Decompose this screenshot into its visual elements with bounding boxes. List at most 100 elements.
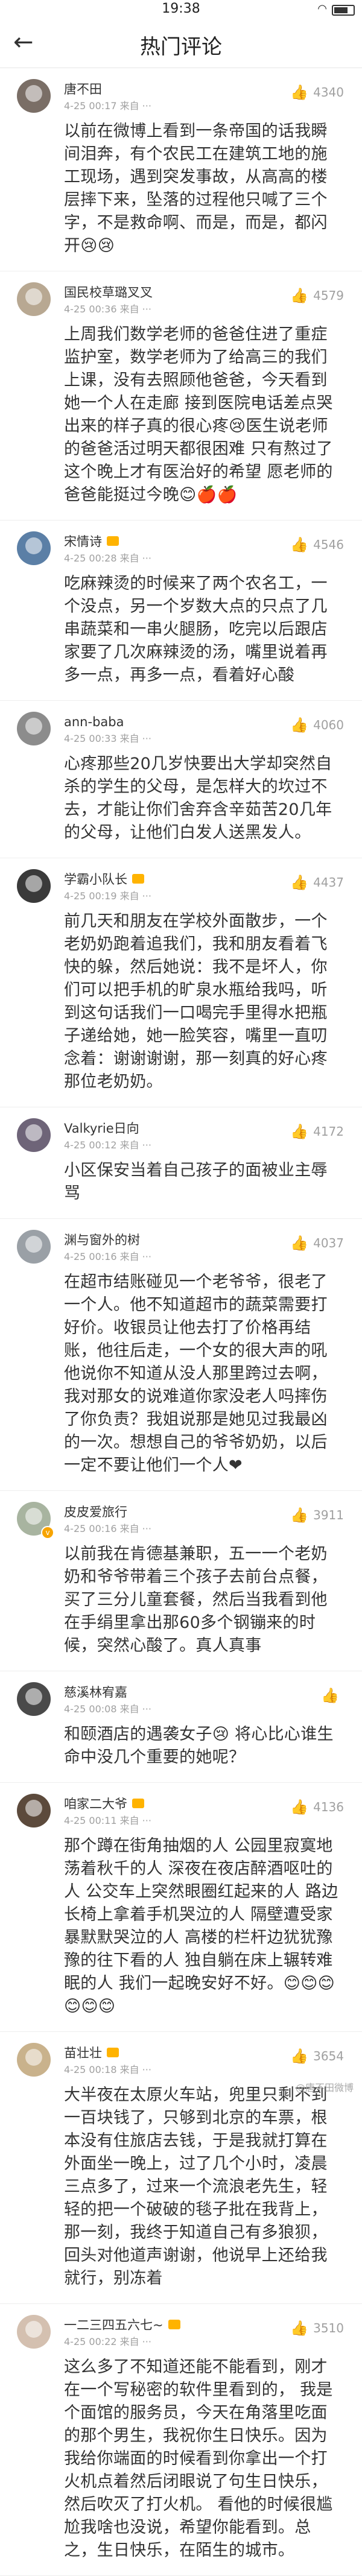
comment-text: 小区保安当着自己孩子的面被业主辱骂: [64, 1161, 328, 1203]
like-button[interactable]: 👍 4136: [290, 1799, 344, 1815]
comment-item[interactable]: 慈溪林宥嘉 4-25 00:08 来自 ··· 和颐酒店的遇袭女子😢 将心比心谁生命…: [0, 1671, 362, 1783]
avatar-figure: [25, 288, 42, 305]
thumbs-up-icon: 👍: [290, 84, 309, 101]
vip-badge-icon: [132, 1799, 144, 1808]
like-count: 4172: [313, 1124, 344, 1139]
comment-item[interactable]: 渊与窗外的树 4-25 00:16 来自 ··· 在超市结账碰见一个老爷爷，很老了一…: [0, 1219, 362, 1491]
comment-text: 前几天和朋友在学校外面散步，一个老奶奶跑着追我们，我和朋友看着飞快的躲，然后她说…: [64, 912, 328, 1091]
comment-text: 以前我在肯德基兼职，五一一个老奶奶和爷爷带着三个孩子去前台点餐，买了三分儿童套餐…: [64, 1545, 328, 1655]
avatar-figure: [25, 718, 42, 735]
comment-text: 在超市结账碰见一个老爷爷，很老了一个人。他不知道超市的蔬菜需要打好价。收银员让他…: [64, 1273, 328, 1475]
like-button[interactable]: 👍 4037: [290, 1235, 344, 1252]
like-count: 3911: [313, 1508, 344, 1522]
comment-item[interactable]: 国民校草璐叉叉 4-25 00:36 来自 ··· 上周我们数学老师的爸爸住进了重症…: [0, 271, 362, 521]
comment-item[interactable]: 苗壮壮 4-25 00:18 来自 ··· 大半夜在太原火车站，兜里只剩不到一百块钱…: [0, 2032, 362, 2304]
avatar-figure: [25, 537, 42, 554]
battery-icon: [332, 5, 355, 16]
username-text[interactable]: Valkyrie日向: [64, 1121, 139, 1136]
username-text[interactable]: 皮皮爱旅行: [64, 1505, 127, 1519]
avatar[interactable]: [17, 869, 51, 903]
username-text[interactable]: 咱家二大爷: [64, 1797, 127, 1811]
comment-item[interactable]: 学霸小队长 4-25 00:19 来自 ··· 前几天和朋友在学校外面散步，一个老奶…: [0, 858, 362, 1107]
vip-badge-icon: [107, 536, 119, 546]
thumbs-up-icon: 👍: [290, 287, 309, 304]
avatar[interactable]: [17, 1118, 51, 1152]
avatar[interactable]: [17, 1230, 51, 1264]
like-button[interactable]: 👍 3911: [290, 1507, 344, 1524]
thumbs-up-icon: 👍: [290, 2320, 309, 2337]
comment-text: 那个蹲在街角抽烟的人 公园里寂寞地荡着秋千的人 深夜在夜店醉酒呕吐的人 公交车上…: [64, 1837, 338, 2016]
thumbs-up-icon: 👍: [290, 717, 309, 733]
verified-badge-icon: v: [41, 1526, 54, 1539]
comment-item[interactable]: 宋情诗 4-25 00:28 来自 ··· 吃麻辣烫的时候来了两个农名工，一个没点，…: [0, 521, 362, 701]
like-button[interactable]: 👍 4546: [290, 536, 344, 553]
avatar[interactable]: [17, 282, 51, 316]
avatar[interactable]: [17, 2043, 51, 2077]
avatar-figure: [25, 2049, 42, 2066]
avatar-figure: [25, 1124, 42, 1141]
like-button[interactable]: 👍 3654: [290, 2048, 344, 2065]
like-button[interactable]: 👍: [321, 1687, 344, 1704]
vip-badge-icon: [168, 2320, 180, 2329]
like-button[interactable]: 👍 4437: [290, 874, 344, 891]
avatar[interactable]: [17, 1794, 51, 1828]
username-text[interactable]: 学霸小队长: [64, 872, 127, 887]
watermark: @唐不田微博: [295, 2082, 354, 2093]
avatar[interactable]: [17, 2315, 51, 2349]
like-button[interactable]: 👍 4340: [290, 84, 344, 101]
comment-text: 大半夜在太原火车站，兜里只剩不到一百块钱了，只够到北京的车票，根本没有住旅店去钱…: [64, 2086, 328, 2288]
avatar-figure: [25, 2321, 42, 2338]
like-count: 4136: [313, 1800, 344, 1814]
username-text[interactable]: 宋情诗: [64, 534, 102, 549]
thumbs-up-icon: 👍: [290, 1507, 309, 1524]
username-text[interactable]: 苗壮壮: [64, 2046, 102, 2060]
like-count: 4546: [313, 537, 344, 552]
like-button[interactable]: 👍 4060: [290, 717, 344, 733]
like-count: 3510: [313, 2321, 344, 2335]
comment-username[interactable]: 慈溪林宥嘉: [64, 1683, 344, 1701]
thumbs-up-icon: 👍: [290, 1235, 309, 1252]
avatar-figure: [25, 875, 42, 892]
username-text[interactable]: 国民校草璐叉叉: [64, 285, 153, 300]
comment-item[interactable]: Valkyrie日向 4-25 00:12 来自 ··· 小区保安当着自己孩子的面被…: [0, 1107, 362, 1219]
username-text[interactable]: 唐不田: [64, 82, 102, 97]
comment-item[interactable]: ann-baba 4-25 00:33 来自 ··· 心疼那些20几岁快要出大学却突…: [0, 701, 362, 858]
like-count: 4579: [313, 288, 344, 303]
avatar[interactable]: [17, 1682, 51, 1716]
comment-date: 4-25 00:08 来自 ···: [64, 1703, 151, 1715]
vip-badge-icon: [132, 874, 144, 884]
username-text[interactable]: 慈溪林宥嘉: [64, 1685, 127, 1700]
like-count: 4437: [313, 875, 344, 890]
comment-text: 和颐酒店的遇袭女子😢 将心比心谁生命中没几个重要的她呢？: [64, 1725, 334, 1767]
comment-item[interactable]: 咱家二大爷 4-25 00:11 来自 ··· 那个蹲在街角抽烟的人 公园里寂寞地荡…: [0, 1783, 362, 2032]
like-count: 3654: [313, 2049, 344, 2063]
like-count: 4037: [313, 1236, 344, 1250]
comment-text: 上周我们数学老师的爸爸住进了重症监护室，数学老师为了给高三的我们上课，没有去照顾…: [64, 325, 333, 504]
top-navigation-bar: ← 热门评论: [0, 18, 362, 68]
wifi-icon: ◠: [317, 2, 327, 15]
avatar-figure: [25, 85, 42, 102]
comment-item[interactable]: 唐不田 4-25 00:17 来自 ··· 以前在微博上看到一条帝国的话我瞬间泪奔，…: [0, 68, 362, 271]
comment-text: 吃麻辣烫的时候来了两个农名工，一个没点，另一个岁数大点的只点了几串蔬菜和一串火腿…: [64, 574, 328, 685]
thumbs-up-icon: 👍: [290, 536, 309, 553]
username-text[interactable]: ann-baba: [64, 715, 124, 729]
avatar[interactable]: [17, 79, 51, 113]
avatar[interactable]: [17, 531, 51, 565]
avatar-figure: [25, 1688, 42, 1705]
vip-badge-icon: [107, 2048, 119, 2057]
thumbs-up-icon: 👍: [290, 1123, 309, 1140]
like-count: 4060: [313, 718, 344, 732]
comment-text: 心疼那些20几岁快要出大学却突然自杀的学生的父母，是怎样大的坎过不去，才能让你们…: [64, 755, 332, 842]
comment-item[interactable]: 一二三四五六七~ 4-25 00:22 来自 ··· 这么多了不知道还能不能看到，刚…: [0, 2304, 362, 2576]
like-button[interactable]: 👍 3510: [290, 2320, 344, 2337]
avatar[interactable]: [17, 712, 51, 745]
status-bar: 19:38 ◠: [0, 0, 362, 18]
like-button[interactable]: 👍 4579: [290, 287, 344, 304]
username-text[interactable]: 一二三四五六七~: [64, 2318, 164, 2332]
thumbs-up-icon: 👍: [290, 1799, 309, 1815]
comment-text: 这么多了不知道还能不能看到，刚才在一个写秘密的软件里看到的， 我是个面馆的服务员…: [64, 2358, 333, 2560]
avatar-figure: [25, 1508, 42, 1525]
comment-item[interactable]: v 皮皮爱旅行 4-25 00:16 来自 ··· 以前我在肯德基兼职，五一一个老奶奶…: [0, 1491, 362, 1671]
like-button[interactable]: 👍 4172: [290, 1123, 344, 1140]
username-text[interactable]: 渊与窗外的树: [64, 1233, 140, 1247]
